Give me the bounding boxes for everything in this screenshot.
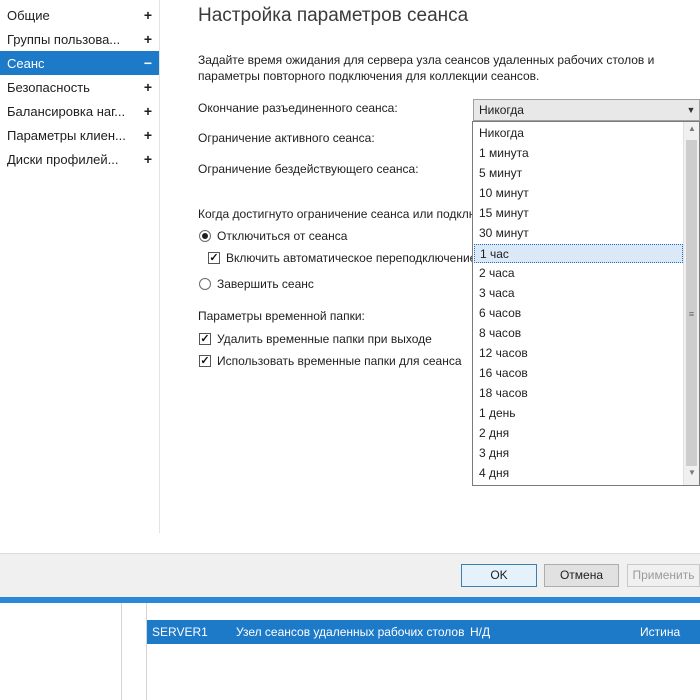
delete-temp-folders-checkbox[interactable]: ✓ bbox=[199, 333, 211, 345]
auto-reconnect-label: Включить автоматическое переподключение bbox=[226, 251, 472, 265]
use-temp-folders-checkbox[interactable]: ✓ bbox=[199, 355, 211, 367]
dropdown-option-30-minutes[interactable]: 30 минут bbox=[474, 224, 683, 243]
cancel-button[interactable]: Отмена bbox=[544, 564, 619, 587]
active-session-label: Ограничение активного сеанса: bbox=[198, 131, 375, 145]
sidebar-item-security[interactable]: Безопасность + bbox=[0, 75, 159, 99]
idle-session-label: Ограничение бездействующего сеанса: bbox=[198, 162, 419, 176]
dropdown-option-1-hour[interactable]: 1 час bbox=[474, 244, 683, 263]
dropdown-option-10-minutes[interactable]: 10 минут bbox=[474, 184, 683, 203]
dropdown-option-12-hours[interactable]: 12 часов bbox=[474, 344, 683, 363]
disconnected-session-combobox[interactable]: Никогда ▼ bbox=[473, 99, 700, 121]
end-session-radio[interactable] bbox=[199, 278, 211, 290]
dropdown-option-1-minute[interactable]: 1 минута bbox=[474, 144, 683, 163]
delete-temp-folders-label: Удалить временные папки при выходе bbox=[217, 332, 432, 346]
sidebar-item-label: Балансировка наг... bbox=[7, 103, 126, 119]
sidebar-item-label: Сеанс bbox=[7, 55, 45, 71]
settings-sidebar: Общие + Группы пользова... + Сеанс − Без… bbox=[0, 0, 160, 533]
cell-status: Н/Д bbox=[470, 625, 491, 639]
dropdown-option-never[interactable]: Никогда bbox=[474, 124, 683, 143]
sidebar-item-general[interactable]: Общие + bbox=[0, 3, 159, 27]
sidebar-item-label: Параметры клиен... bbox=[7, 127, 126, 143]
dropdown-option-18-hours[interactable]: 18 часов bbox=[474, 384, 683, 403]
dropdown-option-3-days[interactable]: 3 дня bbox=[474, 444, 683, 463]
dropdown-option-3-hours[interactable]: 3 часа bbox=[474, 284, 683, 303]
dropdown-option-6-hours[interactable]: 6 часов bbox=[474, 304, 683, 323]
dropdown-option-2-hours[interactable]: 2 часа bbox=[474, 264, 683, 283]
description-line-2: параметры повторного подключения для кол… bbox=[198, 69, 540, 83]
sidebar-item-label: Общие bbox=[7, 7, 50, 23]
timeout-dropdown-list[interactable]: Никогда 1 минута 5 минут 10 минут 15 мин… bbox=[472, 121, 700, 486]
cell-value: Истина bbox=[640, 625, 681, 639]
left-pane bbox=[0, 603, 122, 700]
servers-table-area: SERVER1 Узел сеансов удаленных рабочих с… bbox=[0, 603, 700, 700]
sidebar-item-user-groups[interactable]: Группы пользова... + bbox=[0, 27, 159, 51]
dropdown-option-15-minutes[interactable]: 15 минут bbox=[474, 204, 683, 223]
temp-folder-heading: Параметры временной папки: bbox=[198, 309, 365, 323]
cell-server-name: SERVER1 bbox=[152, 625, 208, 639]
dropdown-option-8-hours[interactable]: 8 часов bbox=[474, 324, 683, 343]
end-session-radio-label: Завершить сеанс bbox=[217, 277, 314, 291]
disconnect-radio[interactable] bbox=[199, 230, 211, 242]
page-title: Настройка параметров сеанса bbox=[198, 5, 469, 26]
disconnected-session-label: Окончание разъединенного сеанса: bbox=[198, 101, 398, 115]
sidebar-item-session[interactable]: Сеанс − bbox=[0, 51, 159, 75]
apply-button[interactable]: Применить bbox=[627, 564, 700, 587]
table-row[interactable]: SERVER1 Узел сеансов удаленных рабочих с… bbox=[147, 620, 700, 644]
scroll-up-arrow-icon[interactable]: ▲ bbox=[684, 124, 700, 138]
use-temp-folders-label: Использовать временные папки для сеанса bbox=[217, 354, 462, 368]
expand-icon: + bbox=[143, 151, 153, 167]
expand-icon: + bbox=[143, 31, 153, 47]
grip-icon: ≡ bbox=[688, 309, 695, 319]
disconnect-radio-label: Отключиться от сеанса bbox=[217, 229, 348, 243]
sidebar-item-label: Диски профилей... bbox=[7, 151, 119, 167]
ok-button[interactable]: OK bbox=[461, 564, 537, 587]
dropdown-option-16-hours[interactable]: 16 часов bbox=[474, 364, 683, 383]
expand-icon: + bbox=[143, 7, 153, 23]
dialog-button-bar: OK Отмена Применить bbox=[0, 553, 700, 597]
dropdown-option-4-days[interactable]: 4 дня bbox=[474, 464, 683, 483]
expand-icon: + bbox=[143, 127, 153, 143]
scroll-down-arrow-icon[interactable]: ▼ bbox=[684, 468, 700, 482]
expand-icon: + bbox=[143, 79, 153, 95]
chevron-down-icon[interactable]: ▼ bbox=[683, 100, 699, 120]
scrollbar-thumb[interactable]: ≡ bbox=[686, 140, 697, 466]
servers-grid bbox=[146, 603, 700, 700]
dropdown-option-5-minutes[interactable]: 5 минут bbox=[474, 164, 683, 183]
sidebar-item-label: Группы пользова... bbox=[7, 31, 121, 47]
sidebar-item-client-settings[interactable]: Параметры клиен... + bbox=[0, 123, 159, 147]
dropdown-option-2-days[interactable]: 2 дня bbox=[474, 424, 683, 443]
combobox-value: Никогда bbox=[479, 103, 524, 117]
sidebar-item-label: Безопасность bbox=[7, 79, 90, 95]
collapse-icon: − bbox=[143, 55, 153, 71]
auto-reconnect-checkbox[interactable]: ✓ bbox=[208, 252, 220, 264]
limit-reached-heading: Когда достигнуто ограничение сеанса или … bbox=[198, 207, 472, 221]
cell-server-role: Узел сеансов удаленных рабочих столов bbox=[236, 625, 465, 639]
expand-icon: + bbox=[143, 103, 153, 119]
sidebar-item-load-balancing[interactable]: Балансировка наг... + bbox=[0, 99, 159, 123]
sidebar-item-profile-disks[interactable]: Диски профилей... + bbox=[0, 147, 159, 171]
dropdown-option-1-day[interactable]: 1 день bbox=[474, 404, 683, 423]
description-line-1: Задайте время ожидания для сервера узла … bbox=[198, 53, 655, 67]
dropdown-scrollbar[interactable]: ▲ ≡ ▼ bbox=[683, 122, 699, 485]
